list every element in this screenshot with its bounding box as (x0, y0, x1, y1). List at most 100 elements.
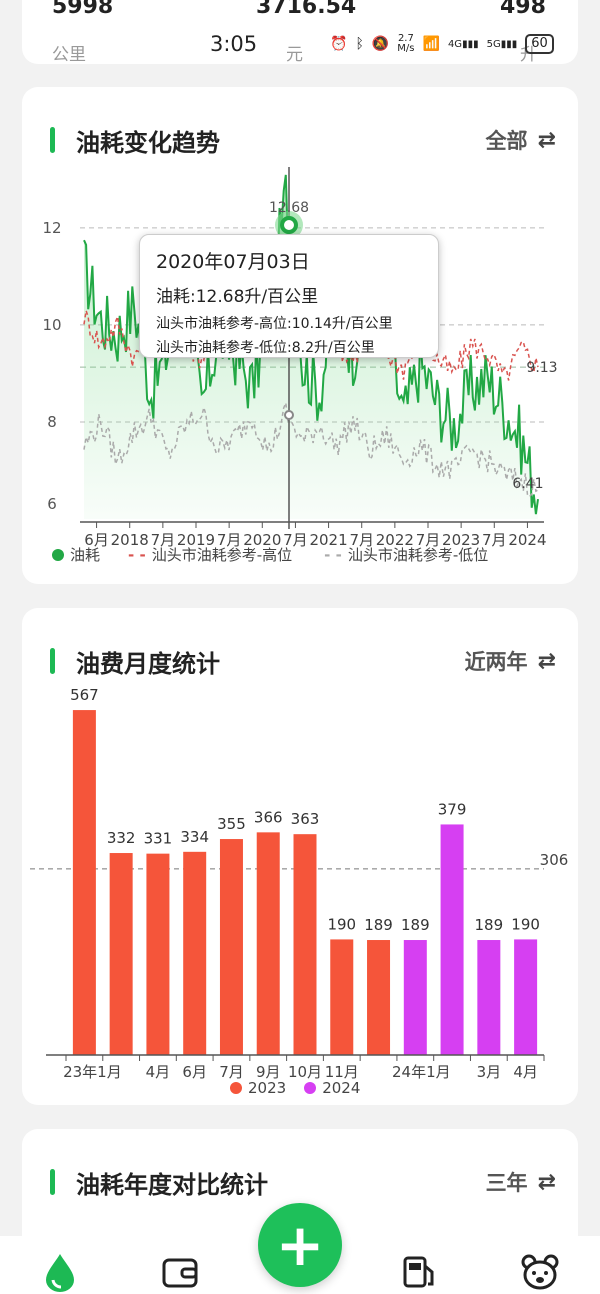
y-tick-label: 12 (42, 219, 61, 237)
status-bar: 3:05 ⏰ ᛒ 🔕 2.7 M/s 📶 4G▮▮▮ 5G▮▮▮ 60 (0, 32, 600, 60)
trend-title: 油耗变化趋势 (76, 129, 220, 157)
tooltip-marker-low (284, 410, 294, 420)
y-tick-label: 10 (42, 316, 61, 334)
x-tick-label: 4月 (513, 1063, 538, 1081)
legend-dash-red-icon: - - (128, 545, 146, 564)
legend-2024: 2024 (322, 1079, 361, 1097)
bar-value-label: 355 (217, 815, 246, 833)
tooltip-value: 油耗:12.68升/百公里 (156, 287, 319, 307)
bar-2023[interactable] (219, 839, 243, 1055)
x-tick-label: 6月 (182, 1063, 207, 1081)
legend-dot-icon (230, 1082, 242, 1094)
title-accent (50, 648, 55, 674)
network-speed-unit: M/s (397, 43, 415, 54)
bar-2023[interactable] (330, 939, 354, 1055)
x-tick-label: 24年1月 (392, 1063, 451, 1081)
bar-value-label: 567 (70, 686, 99, 704)
bar-value-label: 190 (511, 915, 540, 933)
bar-2024[interactable] (440, 824, 464, 1055)
bar-2023[interactable] (146, 853, 170, 1055)
tooltip-marker (280, 216, 298, 234)
average-value-label: 306 (540, 851, 569, 869)
signal-5g: 5G▮▮▮ (486, 38, 518, 50)
bar-value-label: 366 (254, 808, 283, 826)
drop-icon (46, 1254, 74, 1292)
trend-legend: 油耗 - - 汕头市油耗参考-高位 - - 汕头市油耗参考-低位 (52, 544, 488, 565)
tooltip-high: 汕头市油耗参考-高位:10.14升/百公里 (156, 316, 393, 332)
legend-dot-icon (304, 1082, 317, 1094)
bar-2024[interactable] (403, 940, 427, 1055)
bar-2023[interactable] (367, 940, 391, 1055)
add-record-button[interactable]: + (258, 1203, 342, 1287)
legend-dot-icon (52, 548, 64, 561)
title-accent (50, 127, 55, 153)
bar-2023[interactable] (293, 834, 317, 1055)
bar-value-label: 190 (327, 915, 356, 933)
monthly-card: 油费月度统计 近两年 ⇄ 567 332 331 334 355 366 363 190 189… (22, 608, 578, 1105)
swap-icon: ⇄ (537, 648, 556, 674)
status-icons: ⏰ ᛒ 🔕 2.7 M/s 📶 4G▮▮▮ 5G▮▮▮ 60 (330, 34, 554, 54)
network-speed: 2.7 M/s (397, 34, 414, 54)
signal-4g: 4G▮▮▮ (447, 38, 479, 50)
monthly-legend: 2023 2024 (230, 1079, 360, 1097)
trend-card: 油耗变化趋势 全部 ⇄ 12 10 8 6 6月 2018 7月 2019 7月 2020 7月 20… (22, 87, 578, 584)
bear-icon (521, 1254, 559, 1290)
bar-2023[interactable] (72, 710, 96, 1055)
legend-main: 油耗 (70, 546, 101, 564)
trend-filter-button[interactable]: 全部 ⇄ (486, 125, 556, 155)
title-accent (50, 1169, 55, 1195)
bar-2023[interactable] (256, 832, 280, 1055)
swap-icon: ⇄ (537, 1169, 556, 1195)
bar-value-label: 189 (364, 916, 393, 934)
bar-value-label: 189 (475, 916, 504, 934)
battery-icon: 60 (525, 34, 554, 54)
bluetooth-icon: ᛒ (355, 36, 364, 52)
legend-high: 汕头市油耗参考-高位 (151, 546, 293, 564)
bar-2023[interactable] (183, 851, 207, 1055)
nav-station-tab[interactable] (400, 1252, 440, 1292)
trend-chart[interactable]: 1210866月 2018 7月 2019 7月 2020 7月 2021 7月 2022 7月 20… (22, 159, 578, 579)
y-tick-label: 8 (47, 413, 57, 431)
wallet-icon (162, 1258, 198, 1288)
bar-value-label: 379 (438, 800, 467, 818)
bar-value-label: 332 (107, 829, 136, 847)
bar-2023[interactable] (109, 853, 133, 1055)
yearly-filter-label: 三年 (485, 1171, 528, 1195)
marker-value-label: 12.68 (269, 200, 309, 216)
trend-filter-label: 全部 (485, 129, 528, 153)
legend-dash-gray-icon: - - (324, 545, 342, 564)
summary-fuel-value: 498 (500, 0, 546, 19)
gas-pump-icon (403, 1256, 434, 1288)
plus-icon: + (275, 1211, 325, 1279)
legend-low: 汕头市油耗参考-低位 (347, 546, 489, 564)
chart-tooltip: 2020年07月03日 油耗:12.68升/百公里 汕头市油耗参考-高位:10.… (139, 234, 439, 358)
summary-distance-value: 5998 (52, 0, 114, 19)
x-tick-label: 2024 (508, 531, 546, 549)
nav-wallet-tab[interactable] (160, 1252, 200, 1292)
monthly-filter-button[interactable]: 近两年 ⇄ (465, 646, 556, 676)
summary-cost-value: 3716.54 (256, 0, 357, 19)
x-tick-label: 4月 (146, 1063, 171, 1081)
bar-value-label: 189 (401, 916, 430, 934)
tooltip-date: 2020年07月03日 (156, 251, 310, 273)
bar-value-label: 363 (291, 810, 320, 828)
yearly-filter-button[interactable]: 三年 ⇄ (486, 1167, 556, 1197)
nav-profile-tab[interactable] (520, 1252, 560, 1292)
min-value-label: 6.41 (512, 476, 543, 492)
nav-fuel-tab[interactable] (40, 1252, 80, 1292)
monthly-filter-label: 近两年 (464, 650, 528, 674)
monthly-bar-chart[interactable]: 567 332 331 334 355 366 363 190 189 189 379 189 190 3… (22, 680, 578, 1100)
status-time: 3:05 (210, 32, 258, 56)
x-tick-label: 3月 (477, 1063, 502, 1081)
monthly-title: 油费月度统计 (76, 650, 220, 678)
bar-value-label: 331 (144, 830, 173, 848)
yearly-title: 油耗年度对比统计 (76, 1171, 268, 1199)
y-tick-label: 6 (47, 495, 57, 513)
bar-2024[interactable] (477, 940, 501, 1055)
bar-2024[interactable] (514, 939, 538, 1055)
alarm-icon: ⏰ (330, 36, 348, 52)
legend-2023: 2023 (248, 1079, 287, 1097)
bar-value-label: 334 (180, 828, 209, 846)
wifi-icon: 📶 (422, 36, 440, 52)
mute-icon: 🔕 (371, 36, 390, 52)
